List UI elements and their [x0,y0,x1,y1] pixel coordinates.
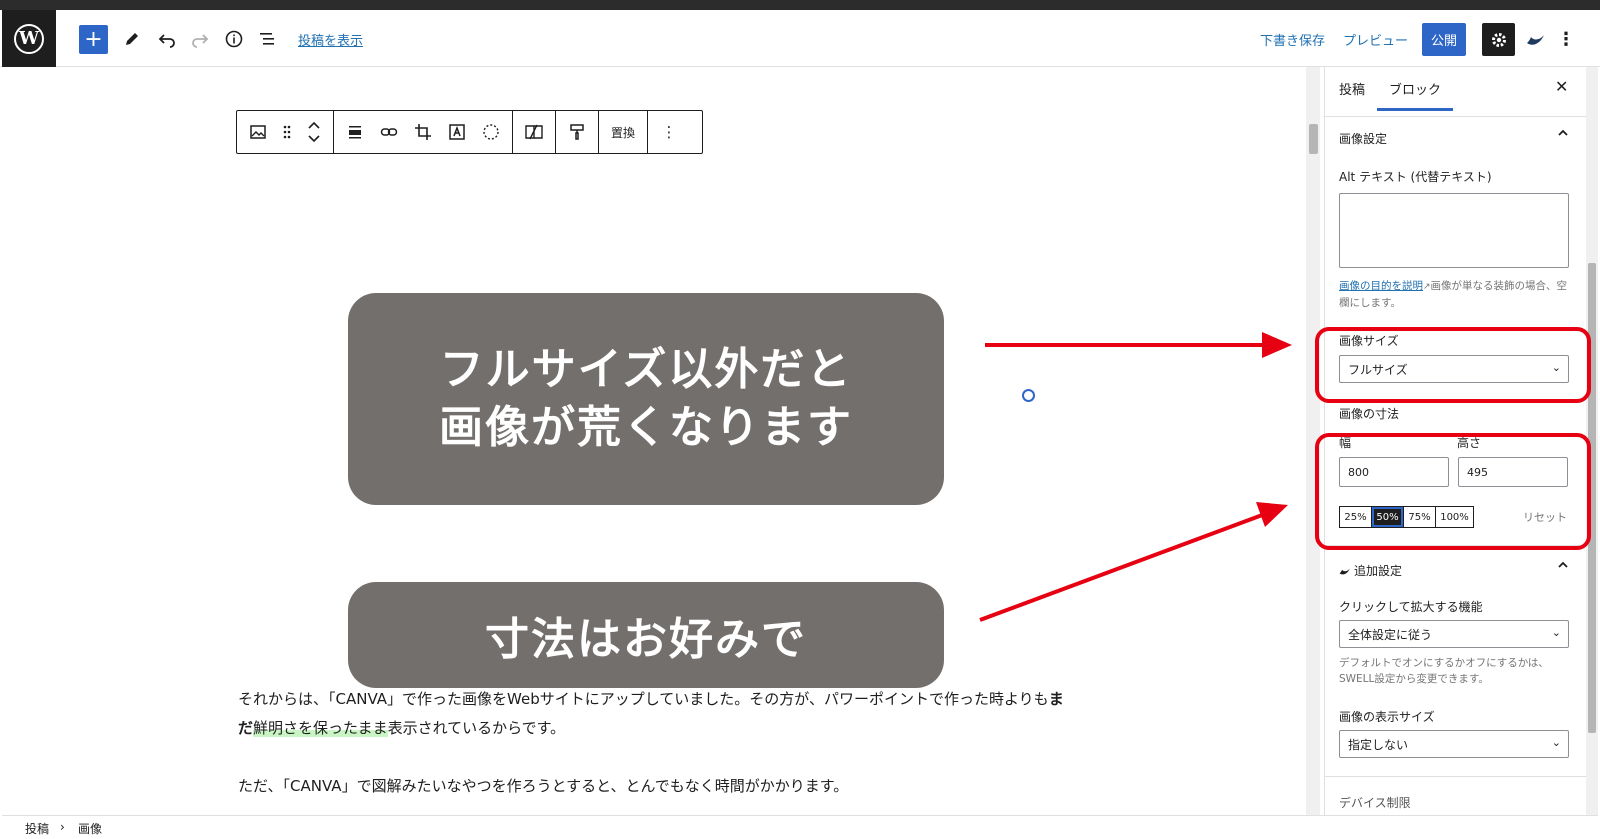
editor-canvas: 置換 ⋮ フルサイズ以外だと 画像が荒くなります 寸法はお好みで それからは、「… [2,67,1308,815]
image-block-icon[interactable] [241,111,275,153]
paragraph-1[interactable]: それからは、「CANVA」で作った画像をWebサイトにアップしていました。その方… [238,685,1078,743]
para1-text-a: それからは、「CANVA」で作った画像をWebサイトにアップしていました。その方… [238,690,1049,708]
highlight-image-size [1315,327,1591,403]
more-options-icon[interactable]: ⋮ [1556,25,1576,53]
click-zoom-value: 全体設定に従う [1348,628,1433,642]
text-overlay-icon[interactable] [440,111,474,153]
toolbar-group-style [513,111,556,153]
toolbar-group-more: ⋮ [648,111,690,153]
list-view-icon[interactable] [253,25,281,53]
select-circle-icon[interactable] [474,111,508,153]
image-settings-title[interactable]: 画像設定 [1339,130,1387,147]
toolbar-group-format [556,111,599,153]
block-toolbar: 置換 ⋮ [236,110,703,154]
wordpress-logo-button[interactable]: W [2,10,56,67]
save-draft-button[interactable]: 下書き保存 [1260,30,1325,49]
sidebar-tabs: 投稿 ブロック ✕ [1325,67,1587,117]
annotation-dimensions-text: 寸法はお好みで [485,614,807,665]
breadcrumb: 投稿 › 画像 [2,815,1598,837]
format-paint-icon[interactable] [560,111,594,153]
alt-help-text: 画像の目的を説明↗画像が単なる装飾の場合、空欄にします。 [1339,278,1571,311]
click-zoom-select[interactable]: 全体設定に従う ⌄ [1339,620,1569,648]
window-top-strip [0,0,1600,10]
display-size-value: 指定しない [1348,738,1409,752]
annotation-box-fullsize: フルサイズ以外だと 画像が荒くなります [348,293,944,505]
drag-handle-icon[interactable] [275,111,299,153]
paragraph-2[interactable]: ただ、「CANVA」で図解みたいなやつを作ろうとすると、とんでもなく時間がかかり… [238,772,1078,801]
close-icon[interactable]: ✕ [1555,77,1568,96]
toolbar-group-tools [334,111,513,153]
device-control-title[interactable]: デバイス制限 [1339,794,1411,811]
chevron-up-icon[interactable] [1557,127,1569,143]
undo-icon[interactable] [153,25,181,53]
breadcrumb-image[interactable]: 画像 [78,820,102,837]
link-icon[interactable] [372,111,406,153]
extra-settings-title[interactable]: 追加設定 [1339,562,1402,579]
external-link-icon: ↗ [1423,282,1431,292]
publish-button[interactable]: 公開 [1422,23,1466,56]
editor-header: W + 投稿を表示 下書き保存 プレビュー 公開 ⋮ [0,10,1600,67]
view-post-link[interactable]: 投稿を表示 [298,30,363,49]
tab-block[interactable]: ブロック [1377,79,1454,111]
annotation-line-1: フルサイズ以外だと [439,344,853,395]
redo-icon[interactable] [186,25,214,53]
editor-scroll-thumb[interactable] [1309,124,1318,154]
swell-icon[interactable] [1522,25,1550,53]
breadcrumb-separator: › [60,820,65,834]
add-block-button[interactable]: + [79,25,108,54]
block-options-icon[interactable]: ⋮ [652,111,686,153]
swell-icon [1339,568,1350,574]
chevron-up-icon[interactable] [1557,559,1569,575]
display-size-label: 画像の表示サイズ [1339,710,1435,724]
annotation-box-dimensions: 寸法はお好みで [348,582,944,688]
highlight-image-dimensions [1315,433,1591,550]
image-style-icon[interactable] [517,111,551,153]
small-circle-marker [1022,389,1035,402]
chevron-down-icon: ⌄ [1551,736,1561,749]
align-icon[interactable] [338,111,372,153]
wordpress-icon: W [14,23,44,54]
para2-text: ただ、「CANVA」で図解みたいなやつを作ろうとすると、とんでもなく時間がかかり… [238,777,849,795]
para1-text-b: 表示されているからです。 [387,719,566,737]
tab-post[interactable]: 投稿 [1339,79,1365,98]
annotation-line-2: 画像が荒くなります [439,402,853,453]
click-zoom-label: クリックして拡大する機能 [1339,600,1483,614]
crop-icon[interactable] [406,111,440,153]
chevron-down-icon: ⌄ [1551,626,1561,639]
replace-button[interactable]: 置換 [603,111,643,153]
preview-button[interactable]: プレビュー [1343,30,1408,49]
toolbar-group-block [237,111,334,153]
toolbar-group-replace: 置換 [599,111,649,153]
info-icon[interactable] [220,25,248,53]
alt-text-label: Alt テキスト (代替テキスト) [1339,170,1492,184]
move-up-down-icon[interactable] [299,111,329,153]
click-zoom-help: デフォルトでオンにするかオフにするかは、SWELL設定から変更できます。 [1339,657,1549,685]
extra-settings-label: 追加設定 [1354,564,1403,578]
pencil-icon[interactable] [118,25,146,53]
settings-gear-button[interactable] [1482,23,1515,56]
alt-text-input[interactable] [1339,193,1569,268]
divider [1325,776,1587,777]
breadcrumb-post[interactable]: 投稿 [25,820,49,837]
alt-help-link[interactable]: 画像の目的を説明 [1339,280,1423,292]
image-dimensions-label: 画像の寸法 [1339,407,1400,421]
display-size-select[interactable]: 指定しない ⌄ [1339,730,1569,758]
para1-highlight: 鮮明さを保ったまま [253,719,388,737]
gear-icon [1491,32,1506,47]
